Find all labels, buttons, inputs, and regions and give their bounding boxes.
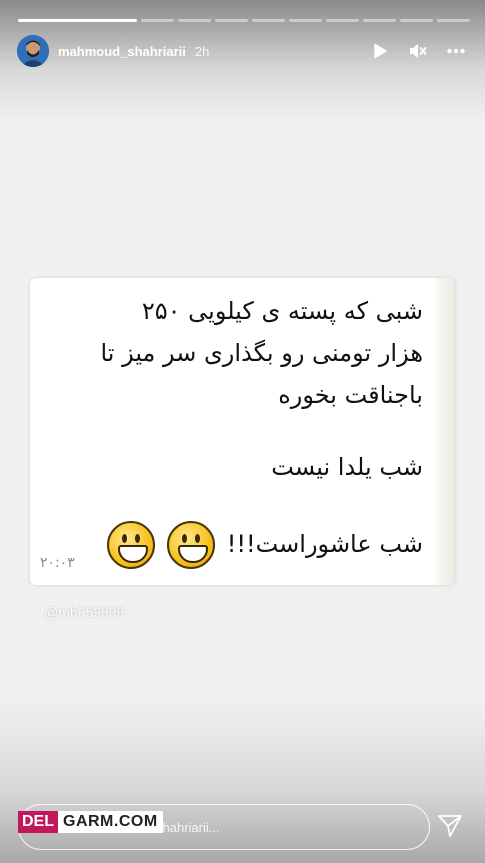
progress-segment — [325, 19, 359, 22]
message-card: شبی که پسته ی کیلویی ۲۵۰ هزار تومنی رو ب… — [30, 278, 455, 585]
progress-segment — [436, 19, 470, 22]
progress-segment — [140, 19, 174, 22]
mute-icon[interactable] — [407, 40, 429, 62]
progress-segment — [288, 19, 322, 22]
logo-part-1: DEL — [18, 811, 58, 833]
story-username[interactable]: mahmoud_shahriarii — [58, 44, 186, 59]
message-text: شبی که پسته ی کیلویی ۲۵۰ هزار تومنی رو ب… — [43, 290, 423, 570]
grinning-emoji-icon — [167, 521, 216, 569]
message-timestamp: ۲۰:۰۳ — [40, 555, 75, 571]
watermark-handle: @mb059809 — [44, 604, 125, 620]
progress-segment — [362, 19, 396, 22]
progress-segment — [177, 19, 211, 22]
avatar[interactable] — [17, 35, 49, 67]
message-line: هزار تومنی رو بگذاری سر میز تا — [100, 339, 423, 367]
reply-placeholder: shahriarii... — [156, 819, 220, 835]
message-line: باجناقت بخوره — [278, 381, 423, 409]
progress-segment — [399, 19, 433, 22]
send-icon[interactable] — [437, 813, 463, 839]
message-line: شبی که پسته ی کیلویی ۲۵۰ — [141, 297, 423, 325]
message-line: شب یلدا نیست — [271, 453, 423, 481]
play-icon[interactable] — [369, 40, 391, 62]
avatar-image — [17, 35, 49, 67]
progress-segment — [18, 19, 137, 22]
story-header: mahmoud_shahriarii 2h — [17, 35, 467, 67]
message-line: شب عاشوراست!!! — [226, 530, 423, 558]
card-edge — [435, 278, 455, 585]
delgarm-logo: DEL GARM.COM — [18, 811, 163, 833]
more-icon[interactable] — [445, 40, 467, 62]
story-time: 2h — [194, 43, 210, 59]
message-line-with-emoji: شب عاشوراست!!! — [43, 518, 423, 570]
grinning-emoji-icon — [107, 521, 156, 569]
story-progress-bar — [18, 19, 470, 22]
progress-segment — [214, 19, 248, 22]
progress-segment — [251, 19, 285, 22]
logo-part-2: GARM.COM — [58, 811, 163, 833]
